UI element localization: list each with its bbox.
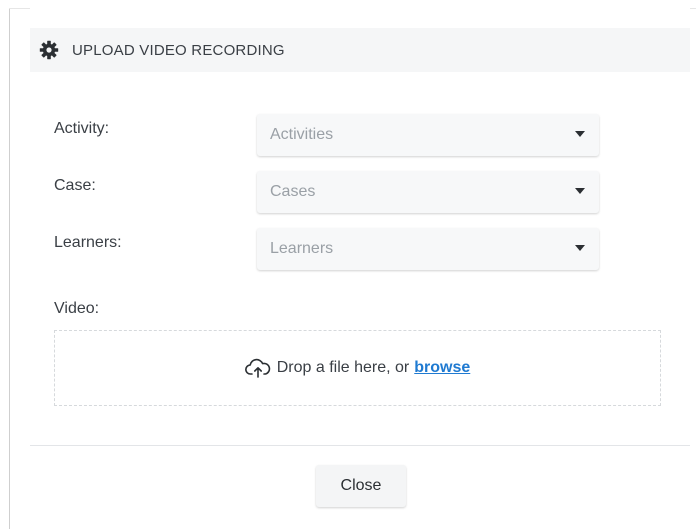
activity-label: Activity: <box>54 120 110 137</box>
case-select-value: Cases <box>270 183 316 200</box>
modal-header: UPLOAD VIDEO RECORDING <box>30 28 690 72</box>
dropzone-text: Drop a file here, or <box>276 359 410 376</box>
chevron-down-icon <box>575 188 585 194</box>
video-dropzone[interactable]: Drop a file here, or browse <box>54 330 661 406</box>
learners-select[interactable]: Learners <box>257 228 599 270</box>
case-label: Case: <box>54 177 96 194</box>
case-select[interactable]: Cases <box>257 171 599 213</box>
video-label: Video: <box>54 300 100 317</box>
page-edge-left <box>9 8 10 529</box>
dropzone-content: Drop a file here, or browse <box>244 358 470 378</box>
gear-icon <box>38 39 60 61</box>
close-button[interactable]: Close <box>316 465 406 507</box>
learners-row: Learners: Learners <box>30 228 690 270</box>
learners-select-value: Learners <box>270 240 334 257</box>
chevron-down-icon <box>575 131 585 137</box>
cloud-upload-icon <box>244 358 271 378</box>
modal-title: UPLOAD VIDEO RECORDING <box>72 41 285 59</box>
browse-link[interactable]: browse <box>414 359 470 377</box>
page: UPLOAD VIDEO RECORDING Activity: Activit… <box>0 0 696 529</box>
activity-select-value: Activities <box>270 126 334 143</box>
activity-select[interactable]: Activities <box>257 114 599 156</box>
upload-video-modal: UPLOAD VIDEO RECORDING Activity: Activit… <box>30 8 690 529</box>
chevron-down-icon <box>575 245 585 251</box>
activity-row: Activity: Activities <box>30 114 690 156</box>
learners-label: Learners: <box>54 234 122 251</box>
footer-divider <box>30 445 690 446</box>
case-row: Case: Cases <box>30 171 690 213</box>
